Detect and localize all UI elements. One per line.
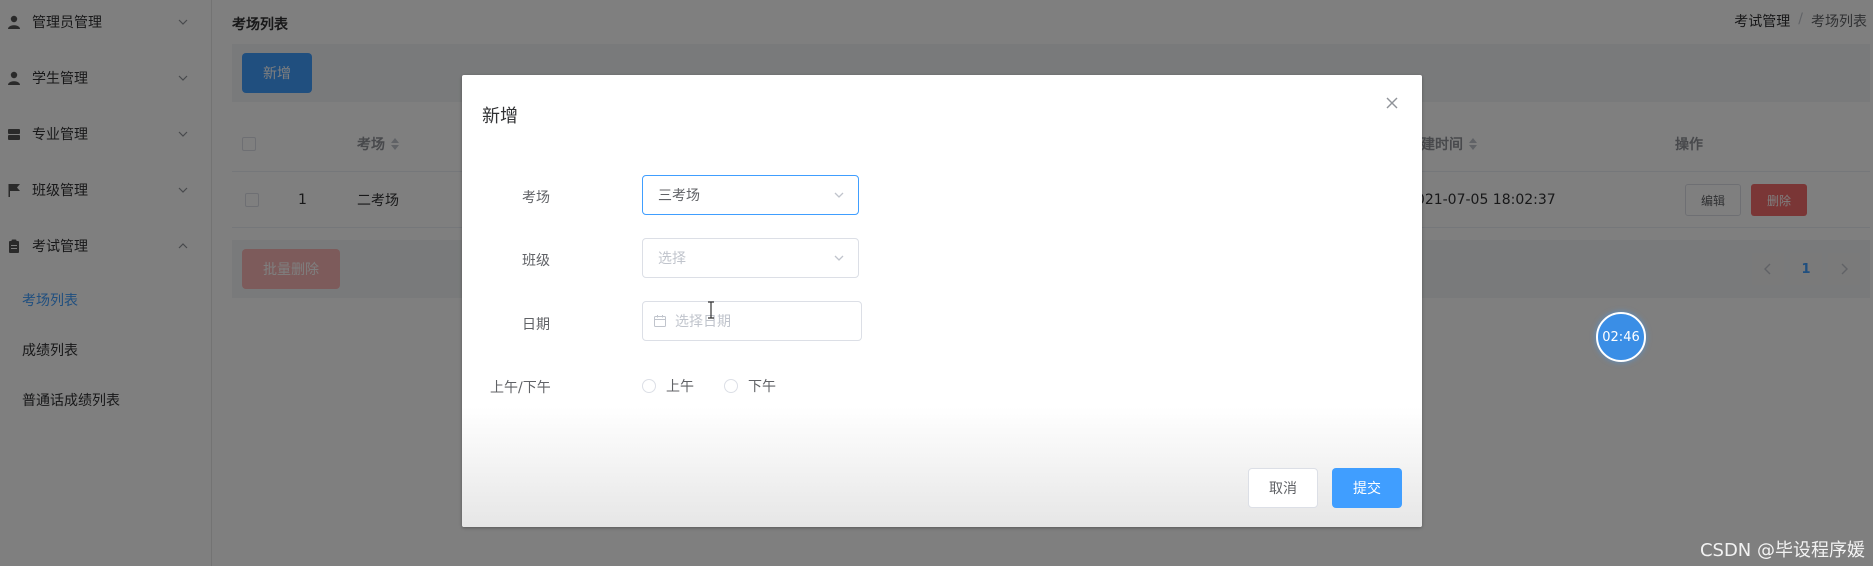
room-label: 考场 <box>522 190 550 206</box>
radio-afternoon[interactable]: 下午 <box>724 376 776 396</box>
radio-morning[interactable]: 上午 <box>642 376 694 396</box>
radio-circle <box>724 379 738 393</box>
radio-label: 下午 <box>748 379 776 395</box>
calendar-icon <box>653 314 667 328</box>
watermark: CSDN @毕设程序媛 <box>1699 540 1865 561</box>
cancel-button[interactable]: 取消 <box>1248 468 1318 508</box>
room-select-value: 三考场 <box>658 188 700 204</box>
submit-button[interactable]: 提交 <box>1332 468 1402 508</box>
chevron-down-icon <box>832 251 846 265</box>
chevron-down-icon <box>832 188 846 202</box>
radio-circle <box>642 379 656 393</box>
dialog-title: 新增 <box>482 106 518 127</box>
dialog-footer-shade <box>462 407 1422 527</box>
date-picker[interactable]: 选择日期 <box>642 301 862 341</box>
close-icon[interactable] <box>1384 95 1400 111</box>
period-label: 上午/下午 <box>490 380 551 396</box>
room-select[interactable]: 三考场 <box>642 175 859 215</box>
text-cursor-icon <box>706 301 716 319</box>
class-select-placeholder: 选择 <box>658 251 686 267</box>
radio-label: 上午 <box>666 379 694 395</box>
timer-badge[interactable]: 02:46 <box>1596 312 1646 362</box>
class-select[interactable]: 选择 <box>642 238 859 278</box>
class-label: 班级 <box>522 253 550 269</box>
date-placeholder: 选择日期 <box>675 314 731 330</box>
date-label: 日期 <box>522 317 550 333</box>
add-dialog: 新增 考场 三考场 班级 选择 日期 选择日期 上午/下午 上午 下午 取消 提… <box>462 75 1422 527</box>
